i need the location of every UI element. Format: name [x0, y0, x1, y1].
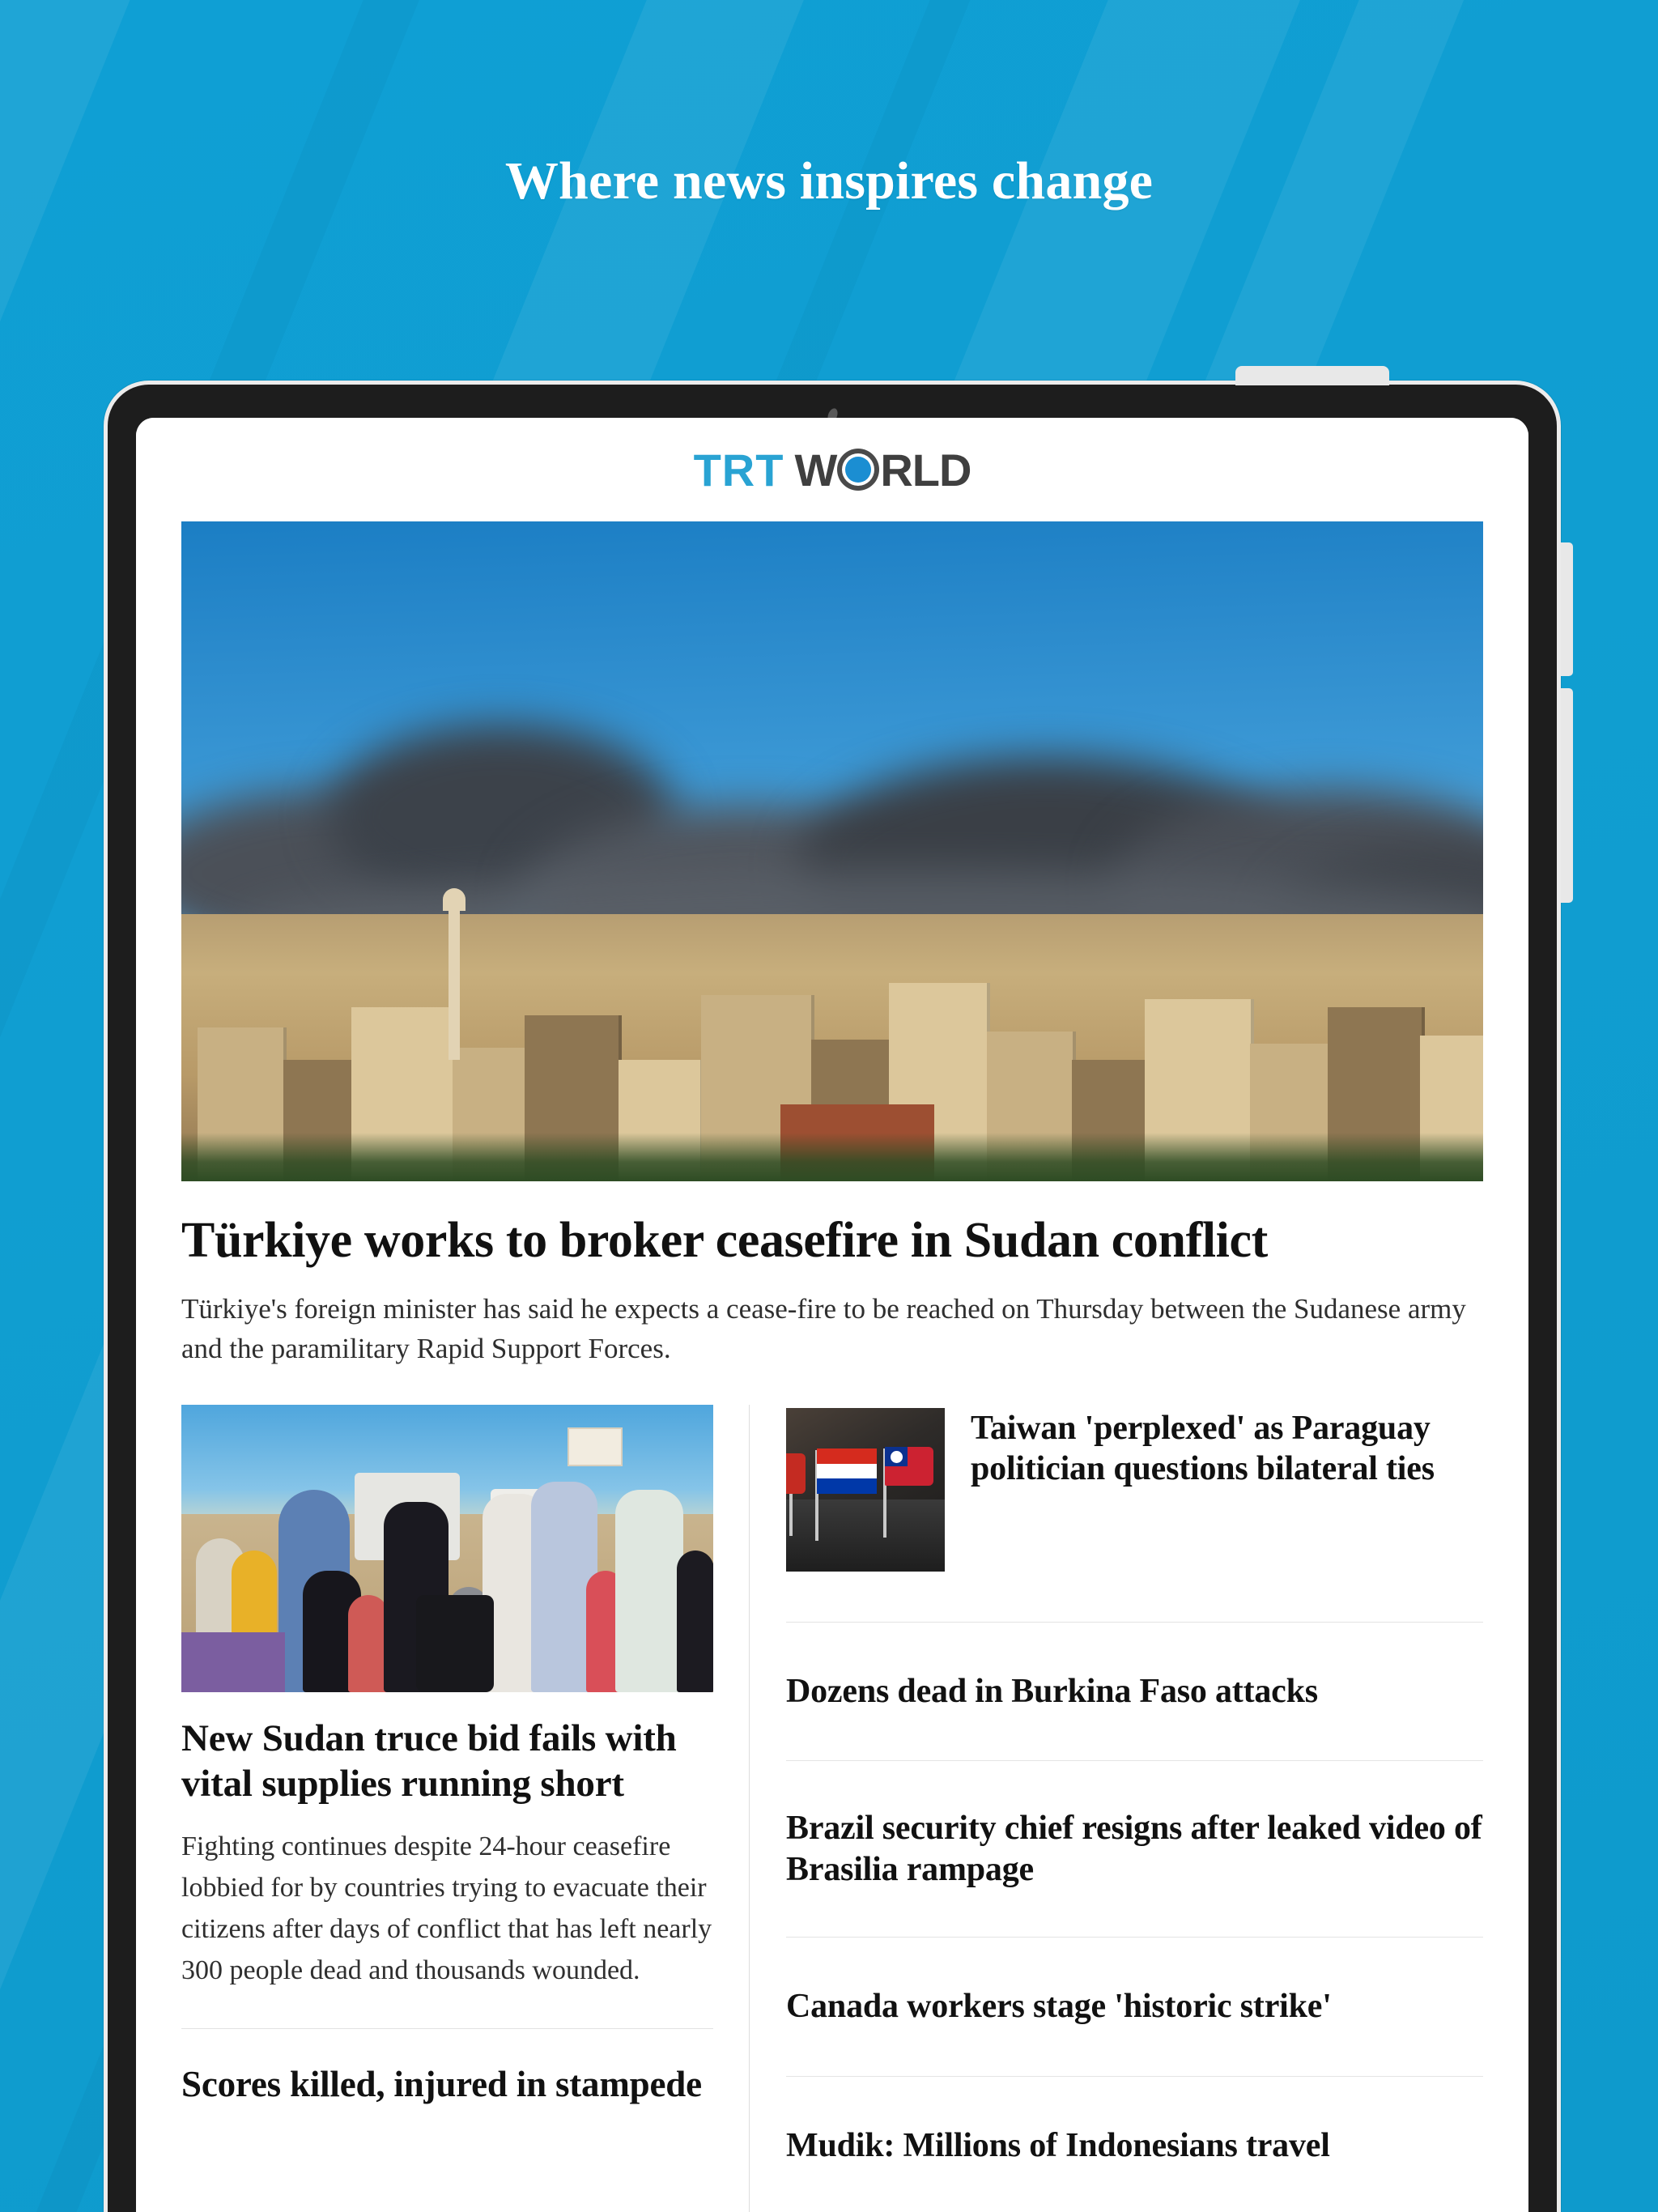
list-item[interactable]: Mudik: Millions of Indonesians travel — [786, 2077, 1483, 2212]
cityscape-layer — [181, 888, 1483, 1181]
list-item-headline[interactable]: Dozens dead in Burkina Faso attacks — [786, 1671, 1483, 1712]
tablet-device: TRT W RLD Türkiye works to broker ceasef… — [104, 366, 1573, 2212]
lead-story-headline[interactable]: Türkiye works to broker ceasefire in Sud… — [181, 1212, 1483, 1270]
list-item-headline[interactable]: Brazil security chief resigns after leak… — [786, 1808, 1483, 1890]
left-column: New Sudan truce bid fails with vital sup… — [181, 1405, 713, 2212]
left-feature-body: Fighting continues despite 24-hour cease… — [181, 1831, 712, 1985]
news-feed: Türkiye works to broker ceasefire in Sud… — [136, 521, 1528, 2212]
news-thumbnail[interactable] — [786, 1408, 945, 1572]
left-feature-headline[interactable]: New Sudan truce bid fails with vital sup… — [181, 1716, 713, 1806]
logo-rld-text: RLD — [880, 444, 971, 496]
flag-icon — [786, 1453, 806, 1495]
lead-story[interactable]: Türkiye works to broker ceasefire in Sud… — [181, 521, 1483, 1369]
road-sign — [568, 1427, 623, 1467]
suitcase — [181, 1632, 285, 1693]
column-divider — [749, 1405, 750, 2212]
tablet-screen: TRT W RLD Türkiye works to broker ceasef… — [136, 418, 1528, 2212]
trt-world-logo[interactable]: TRT W RLD — [693, 444, 972, 496]
list-item[interactable]: Taiwan 'perplexed' as Paraguay politicia… — [786, 1408, 1483, 1572]
lead-story-image[interactable] — [181, 521, 1483, 1181]
device-top-antenna-band — [1235, 366, 1389, 385]
list-item-headline[interactable]: Canada workers stage 'historic strike' — [786, 1986, 1483, 2027]
two-column-area: New Sudan truce bid fails with vital sup… — [181, 1405, 1483, 2212]
volume-down-button[interactable] — [1561, 688, 1573, 903]
lead-story-standfirst: Türkiye's foreign minister has said he e… — [181, 1292, 1466, 1365]
minaret — [443, 888, 466, 1060]
left-feature-story[interactable]: New Sudan truce bid fails with vital sup… — [181, 1405, 713, 1991]
volume-up-button[interactable] — [1561, 542, 1573, 676]
list-item[interactable]: Brazil security chief resigns after leak… — [786, 1761, 1483, 1937]
logo-w-text: W — [794, 444, 837, 496]
list-item-headline[interactable]: Taiwan 'perplexed' as Paraguay politicia… — [971, 1408, 1483, 1490]
left-next-story-headline[interactable]: Scores killed, injured in stampede — [181, 2063, 713, 2106]
divider — [181, 2027, 713, 2029]
tree-line — [181, 1133, 1483, 1181]
paraguay-flag-icon — [817, 1448, 877, 1495]
logo-globe-icon — [837, 449, 880, 491]
taiwan-flag-icon — [885, 1447, 933, 1487]
promo-tagline: Where news inspires change — [504, 151, 1154, 211]
right-column: Taiwan 'perplexed' as Paraguay politicia… — [786, 1405, 1483, 2212]
app-header: TRT W RLD — [136, 418, 1528, 521]
left-feature-image[interactable] — [181, 1405, 713, 1693]
logo-trt-text: TRT — [693, 444, 784, 496]
list-item-headline[interactable]: Mudik: Millions of Indonesians travel — [786, 2125, 1483, 2166]
list-item[interactable]: Dozens dead in Burkina Faso attacks — [786, 1623, 1483, 1760]
list-item[interactable]: Canada workers stage 'historic strike' — [786, 1938, 1483, 2075]
